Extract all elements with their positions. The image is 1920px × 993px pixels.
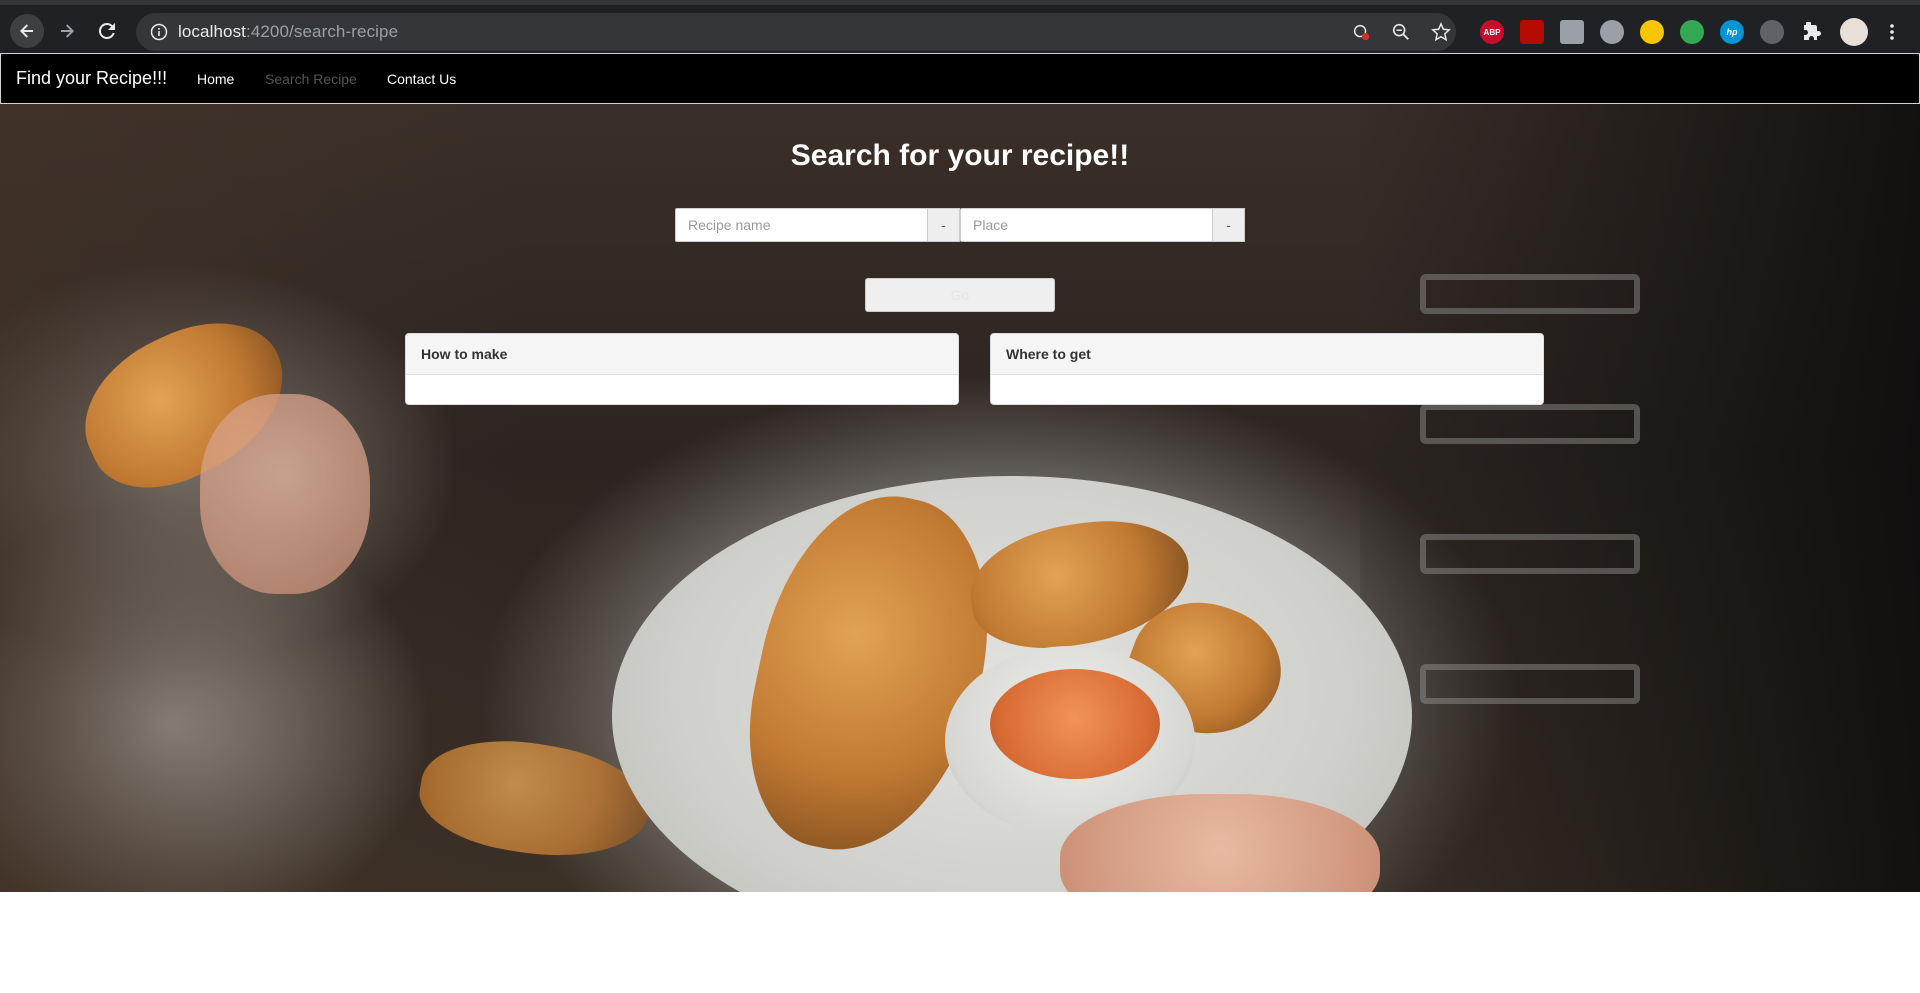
url-path: :4200/search-recipe — [246, 22, 399, 41]
panel-title: How to make — [406, 334, 958, 375]
url-host: localhost — [178, 22, 246, 41]
nav-home[interactable]: Home — [197, 71, 234, 87]
forward-button[interactable] — [50, 14, 84, 48]
go-button[interactable]: Go — [865, 278, 1055, 312]
browser-toolbar: localhost:4200/search-recipe ABP hp — [0, 0, 1920, 53]
hand-left — [200, 394, 370, 594]
reload-button[interactable] — [90, 14, 124, 48]
hp-extension-icon[interactable]: hp — [1720, 20, 1744, 44]
back-button[interactable] — [10, 14, 44, 48]
ghostery-icon[interactable] — [1600, 20, 1624, 44]
page-title: Search for your recipe!! — [790, 139, 1130, 172]
panel-title: Where to get — [991, 334, 1543, 375]
place-input[interactable] — [960, 208, 1213, 242]
tab-manager-icon[interactable] — [1560, 20, 1584, 44]
reload-icon — [98, 22, 115, 39]
zoom-icon[interactable] — [1390, 21, 1412, 43]
kebab-menu-icon[interactable] — [1880, 20, 1904, 44]
dip — [990, 669, 1160, 779]
brand-link[interactable]: Find your Recipe!!! — [16, 68, 167, 89]
recipe-name-input[interactable] — [675, 208, 928, 242]
adobe-acrobat-icon[interactable] — [1520, 20, 1544, 44]
page: Find your Recipe!!! Home Search Recipe C… — [0, 53, 1920, 993]
place-input-group: - — [960, 208, 1245, 242]
camera-blocked-icon[interactable] — [1350, 21, 1372, 43]
bookmark-star-icon[interactable] — [1430, 21, 1452, 43]
arrow-right-icon — [61, 24, 74, 38]
where-to-get-panel: Where to get — [990, 333, 1544, 405]
place-addon: - — [1213, 208, 1245, 242]
url-text: localhost:4200/search-recipe — [178, 22, 398, 42]
nav-contact-us[interactable]: Contact Us — [387, 71, 456, 87]
recipe-input-group: - — [675, 208, 960, 242]
puzzle-extensions-icon[interactable] — [1800, 20, 1824, 44]
info-icon[interactable] — [150, 23, 168, 41]
arrow-left-icon — [20, 24, 33, 38]
green-extension-icon[interactable] — [1680, 20, 1704, 44]
address-bar[interactable]: localhost:4200/search-recipe — [136, 13, 1456, 51]
nav-search-recipe[interactable]: Search Recipe — [265, 71, 357, 87]
top-navbar: Find your Recipe!!! Home Search Recipe C… — [0, 53, 1920, 104]
avatar[interactable] — [1840, 18, 1868, 46]
shield-extension-icon[interactable] — [1760, 20, 1784, 44]
how-to-make-panel: How to make — [405, 333, 959, 405]
adblock-plus-icon[interactable]: ABP — [1480, 20, 1504, 44]
hand-extension-icon[interactable] — [1640, 20, 1664, 44]
recipe-addon: - — [928, 208, 960, 242]
